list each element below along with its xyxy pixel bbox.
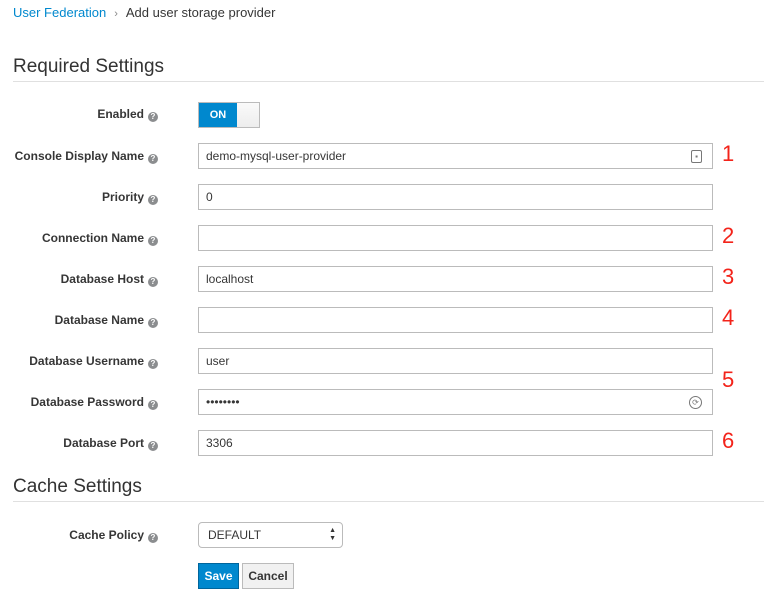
database-name-input[interactable] [198, 307, 713, 333]
annotation-number: 6 [722, 428, 735, 453]
database-password-label: Database Password? [31, 389, 158, 415]
chevron-right-icon: › [114, 8, 118, 20]
help-icon[interactable]: ? [148, 359, 158, 369]
select-arrows-icon: ▲ ▼ [329, 527, 336, 542]
annotation-number: 4 [722, 305, 735, 330]
enabled-label: Enabled? [97, 101, 158, 127]
priority-label: Priority? [102, 184, 158, 210]
database-username-input[interactable]: user [198, 348, 713, 374]
console-display-name-label: Console Display Name? [15, 143, 158, 169]
cache-policy-select[interactable]: DEFAULT ▲ ▼ [198, 522, 343, 548]
breadcrumb-user-federation[interactable]: User Federation [13, 5, 106, 20]
help-icon[interactable]: ? [148, 154, 158, 164]
database-port-label: Database Port? [63, 430, 158, 456]
cache-settings-heading: Cache Settings [13, 476, 142, 497]
divider [13, 81, 764, 82]
connection-name-input[interactable] [198, 225, 713, 251]
divider [13, 501, 764, 502]
console-display-name-input[interactable]: demo-mysql-user-provider ▪ [198, 143, 713, 169]
contact-card-icon[interactable]: ▪ [691, 150, 702, 163]
connection-name-label: Connection Name? [42, 225, 158, 251]
breadcrumb: User Federation › Add user storage provide… [13, 5, 275, 20]
annotation-number: 3 [722, 264, 735, 289]
cancel-button[interactable]: Cancel [242, 563, 294, 589]
enabled-toggle[interactable]: ON [198, 102, 260, 128]
annotation-number: 1 [722, 141, 735, 166]
priority-input[interactable]: 0 [198, 184, 713, 210]
help-icon[interactable]: ? [148, 195, 158, 205]
help-icon[interactable]: ? [148, 533, 158, 543]
help-icon[interactable]: ? [148, 400, 158, 410]
password-key-icon[interactable]: ⟳ [689, 396, 702, 409]
help-icon[interactable]: ? [148, 441, 158, 451]
help-icon[interactable]: ? [148, 318, 158, 328]
help-icon[interactable]: ? [148, 236, 158, 246]
cache-policy-label: Cache Policy? [69, 522, 158, 548]
annotation-number: 2 [722, 223, 735, 248]
required-settings-heading: Required Settings [13, 56, 165, 77]
save-button[interactable]: Save [198, 563, 239, 589]
help-icon[interactable]: ? [148, 277, 158, 287]
database-host-input[interactable]: localhost [198, 266, 713, 292]
database-name-label: Database Name? [55, 307, 158, 333]
database-username-label: Database Username? [29, 348, 158, 374]
database-port-input[interactable]: 3306 [198, 430, 713, 456]
database-host-label: Database Host? [61, 266, 158, 292]
toggle-knob [237, 103, 259, 127]
breadcrumb-current: Add user storage provider [125, 5, 276, 20]
annotation-number: 5 [722, 367, 735, 392]
database-password-input[interactable]: •••••••• ⟳ [198, 389, 713, 415]
help-icon[interactable]: ? [148, 112, 158, 122]
